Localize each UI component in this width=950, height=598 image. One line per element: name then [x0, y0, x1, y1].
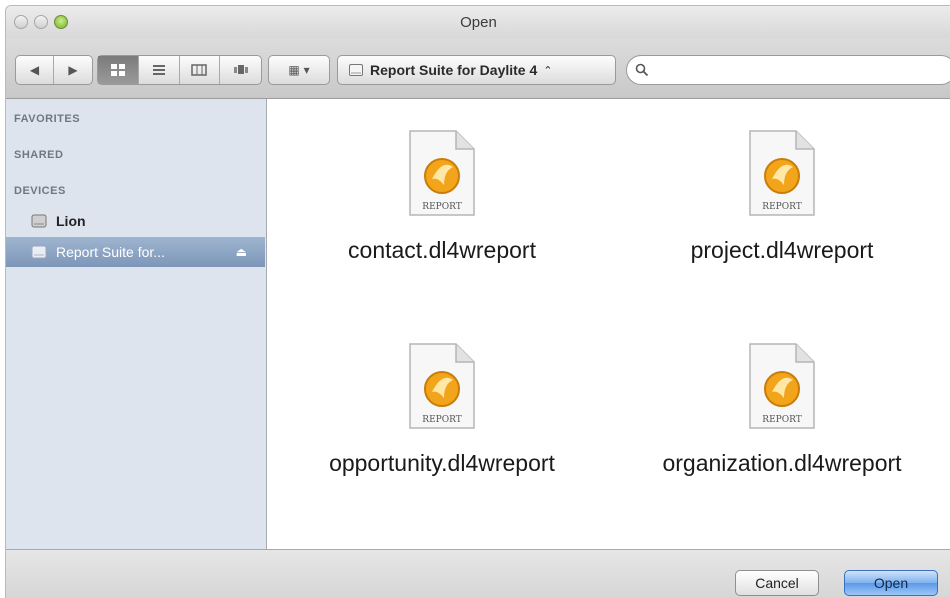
- title-bar: Open: [6, 6, 950, 38]
- cancel-button[interactable]: Cancel: [735, 570, 819, 596]
- view-mode-control: [97, 55, 262, 85]
- eject-icon[interactable]: ⏏: [236, 245, 247, 259]
- open-button[interactable]: Open: [844, 570, 938, 596]
- file-name: project.dl4wreport: [690, 237, 874, 263]
- popup-chevron-icon: ⌃: [543, 64, 553, 77]
- cover-flow-button[interactable]: [220, 56, 261, 84]
- toolbar: ◀ ▶ ▦ ▾ Report Suite for Daylite 4 ⌃: [6, 38, 950, 99]
- favorites-header[interactable]: FAVORITES: [14, 113, 80, 125]
- file-item[interactable]: REPORT opportunity.dl4wreport: [272, 342, 612, 532]
- file-browser: REPORT contact.dl4wreport REPORT project…: [267, 99, 950, 549]
- file-name: organization.dl4wreport: [662, 450, 902, 476]
- file-item[interactable]: REPORT organization.dl4wreport: [612, 342, 950, 532]
- forward-button[interactable]: ▶: [54, 56, 92, 84]
- report-badge: REPORT: [422, 202, 461, 212]
- icon-view-icon: [110, 64, 125, 76]
- search-field[interactable]: [626, 55, 950, 85]
- disk-image-icon: [31, 245, 47, 259]
- file-item[interactable]: REPORT contact.dl4wreport: [272, 129, 612, 319]
- shared-header[interactable]: SHARED: [14, 149, 63, 161]
- report-document-icon: REPORT: [749, 130, 815, 216]
- report-badge: REPORT: [762, 415, 801, 425]
- list-view-icon: [152, 65, 165, 75]
- location-label: Report Suite for Daylite 4: [370, 62, 538, 78]
- dialog-footer: Cancel Open: [6, 549, 950, 598]
- arrange-menu-content: ▦ ▾: [269, 56, 329, 84]
- sidebar-item-report-suite[interactable]: Report Suite for... ⏏: [6, 237, 265, 267]
- column-view-button[interactable]: [180, 56, 221, 84]
- search-icon: [635, 63, 649, 77]
- hard-drive-icon: [31, 214, 47, 228]
- window-title: Open: [460, 14, 497, 31]
- arrange-icon: ▦: [288, 63, 300, 77]
- open-dialog: Open ◀ ▶ ▦ ▾ Report Suite for Daylite 4 …: [5, 5, 950, 598]
- report-badge: REPORT: [762, 202, 801, 212]
- back-arrow-icon: ◀: [29, 63, 40, 77]
- file-item[interactable]: REPORT project.dl4wreport: [612, 129, 950, 319]
- column-view-icon: [191, 64, 208, 76]
- file-name: contact.dl4wreport: [348, 237, 536, 263]
- location-popup[interactable]: Report Suite for Daylite 4 ⌃: [337, 55, 616, 85]
- back-button[interactable]: ◀: [16, 56, 54, 84]
- chevron-down-icon: ▾: [303, 63, 310, 77]
- cover-flow-icon: [233, 65, 248, 74]
- back-forward-control: ◀ ▶: [15, 55, 93, 85]
- disk-icon: [349, 64, 363, 76]
- sidebar: FAVORITES SHARED DEVICES Lion Report Sui…: [6, 99, 267, 549]
- location-popup-content: Report Suite for Daylite 4 ⌃: [338, 56, 615, 84]
- list-view-button[interactable]: [139, 56, 180, 84]
- file-name: opportunity.dl4wreport: [329, 450, 555, 476]
- devices-header[interactable]: DEVICES: [14, 185, 66, 197]
- report-badge: REPORT: [422, 415, 461, 425]
- report-document-icon: REPORT: [409, 343, 475, 429]
- arrange-menu-button[interactable]: ▦ ▾: [268, 55, 330, 85]
- search-input[interactable]: [653, 57, 950, 83]
- forward-arrow-icon: ▶: [68, 63, 78, 77]
- sidebar-item-label: Lion: [56, 213, 86, 229]
- sidebar-item-label: Report Suite for...: [56, 244, 165, 260]
- sidebar-item-lion[interactable]: Lion: [6, 206, 265, 236]
- report-document-icon: REPORT: [409, 130, 475, 216]
- icon-view-button[interactable]: [98, 56, 139, 84]
- report-document-icon: REPORT: [749, 343, 815, 429]
